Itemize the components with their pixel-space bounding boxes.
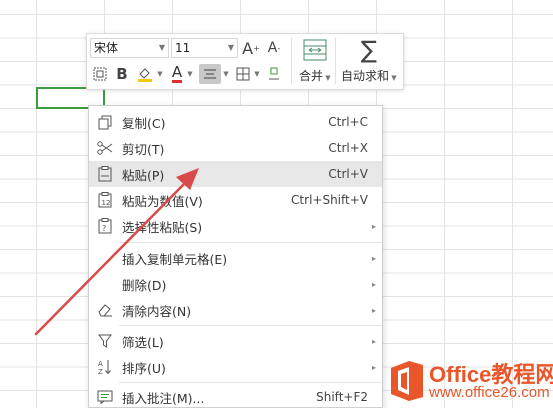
menu-separator: [119, 325, 382, 326]
submenu-arrow-icon: ▸: [371, 336, 376, 346]
font-color-dropdown[interactable]: ▼: [186, 64, 194, 84]
increase-font-icon: A: [242, 38, 254, 58]
menu-item-delete[interactable]: 删除(D) ▸: [89, 271, 382, 297]
toolbar-separator: [291, 38, 292, 84]
align-center-icon: [204, 69, 216, 79]
font-size-value: 11: [175, 41, 191, 55]
toolbar-separator: [335, 38, 336, 84]
paste-values-icon: 12: [96, 191, 114, 209]
border-dropdown[interactable]: ▼: [253, 64, 261, 84]
merge-icon: [303, 39, 327, 61]
decrease-font-icon: A: [267, 40, 278, 56]
font-color-icon: A: [171, 63, 183, 83]
fill-color-button[interactable]: [135, 64, 155, 84]
mini-toolbar: 宋体 ▼ 11 ▼ A + A- B ▼ A ▼ ▼ ▼ 合并 ▼ ∑ 自动求和…: [86, 33, 404, 90]
menu-item-label: 复制(C): [122, 115, 166, 131]
chevron-down-icon[interactable]: ▼: [159, 39, 165, 57]
office26-watermark: Office教程网 www.office26.com: [385, 355, 553, 408]
paste-icon: [96, 165, 114, 183]
autosum-button[interactable]: ∑: [357, 36, 381, 64]
autosum-label: 自动求和: [341, 69, 390, 83]
border-icon: [236, 67, 250, 81]
menu-item-filter[interactable]: 筛选(L) ▸: [89, 328, 382, 354]
sort-icon: AZ: [96, 358, 114, 376]
menu-item-label: 粘贴为数值(V): [122, 193, 203, 209]
increase-font-size-button[interactable]: A +: [242, 38, 260, 58]
menu-item-label: 剪切(T): [122, 141, 165, 157]
chevron-down-icon[interactable]: ▼: [228, 39, 234, 57]
svg-text:?: ?: [102, 224, 106, 233]
autosum-label-row[interactable]: 自动求和 ▼: [341, 67, 397, 84]
align-dropdown[interactable]: ▼: [222, 64, 230, 84]
font-size-select[interactable]: 11 ▼: [171, 38, 238, 58]
menu-item-insert-comment[interactable]: 插入批注(M)... Shift+F2: [89, 384, 382, 408]
sigma-icon: ∑: [360, 36, 378, 64]
menu-item-label: 插入批注(M)...: [122, 390, 205, 406]
filter-icon: [96, 332, 114, 350]
submenu-arrow-icon: ▸: [371, 305, 376, 315]
menu-item-insert-copied-cells[interactable]: 插入复制单元格(E) ▸: [89, 245, 382, 271]
office-logo-icon: [391, 361, 423, 401]
menu-item-label: 选择性粘贴(S): [122, 219, 203, 235]
menu-item-shortcut: Ctrl+X: [328, 141, 368, 155]
menu-item-shortcut: Ctrl+C: [328, 115, 368, 129]
menu-item-paste-special[interactable]: ? 选择性粘贴(S) ▸: [89, 213, 382, 239]
menu-item-shortcut: Shift+F2: [316, 390, 368, 404]
menu-item-label: 排序(U): [122, 360, 166, 376]
menu-item-shortcut: Ctrl+V: [328, 167, 368, 181]
submenu-arrow-icon: ▸: [371, 279, 376, 289]
fill-bucket-icon: [138, 68, 152, 82]
menu-item-label: 插入复制单元格(E): [122, 251, 228, 267]
submenu-arrow-icon: ▸: [371, 362, 376, 372]
context-menu: 复制(C) Ctrl+C 剪切(T) Ctrl+X 粘贴(P) Ctrl+V 1…: [88, 105, 383, 408]
border-button[interactable]: [234, 64, 252, 84]
copy-icon: [96, 113, 114, 131]
menu-item-label: 清除内容(N): [122, 303, 192, 319]
menu-item-cut[interactable]: 剪切(T) Ctrl+X: [89, 135, 382, 161]
menu-item-paste-values[interactable]: 12 粘贴为数值(V) Ctrl+Shift+V: [89, 187, 382, 213]
merge-label: 合并: [299, 69, 324, 83]
bold-button[interactable]: B: [114, 64, 130, 84]
merge-label-row[interactable]: 合并 ▼: [299, 67, 331, 84]
menu-item-sort[interactable]: AZ 排序(U) ▸: [89, 354, 382, 380]
center-align-button[interactable]: [199, 64, 221, 84]
svg-text:12: 12: [102, 199, 111, 207]
submenu-arrow-icon: ▸: [371, 221, 376, 231]
menu-item-label: 筛选(L): [122, 334, 164, 350]
fill-color-dropdown[interactable]: ▼: [156, 64, 164, 84]
cut-icon: [96, 139, 114, 157]
font-color-button[interactable]: A: [169, 64, 185, 84]
clear-format-icon: [269, 67, 279, 80]
menu-separator: [119, 242, 382, 243]
format-painter-button[interactable]: [91, 64, 109, 84]
watermark-url: www.office26.com: [429, 384, 550, 401]
font-name-value: 宋体: [94, 41, 119, 55]
submenu-arrow-icon: ▸: [371, 253, 376, 263]
svg-text:Z: Z: [98, 368, 103, 375]
decrease-font-size-button[interactable]: A-: [265, 38, 283, 58]
comment-icon: [96, 388, 114, 406]
bold-icon: B: [116, 65, 128, 83]
eraser-icon: [96, 301, 114, 319]
menu-item-label: 粘贴(P): [122, 167, 165, 183]
format-painter-icon: [93, 67, 107, 81]
merge-cells-button[interactable]: [302, 37, 328, 63]
menu-separator: [119, 382, 382, 383]
menu-item-shortcut: Ctrl+Shift+V: [291, 193, 368, 207]
svg-text:A: A: [98, 360, 103, 368]
menu-item-label: 删除(D): [122, 277, 167, 293]
menu-item-clear-contents[interactable]: 清除内容(N) ▸: [89, 297, 382, 323]
menu-item-copy[interactable]: 复制(C) Ctrl+C: [89, 109, 382, 135]
paste-special-icon: ?: [96, 217, 114, 235]
clear-format-button[interactable]: [265, 64, 283, 84]
menu-item-paste[interactable]: 粘贴(P) Ctrl+V: [89, 161, 382, 187]
font-name-select[interactable]: 宋体 ▼: [90, 38, 169, 58]
